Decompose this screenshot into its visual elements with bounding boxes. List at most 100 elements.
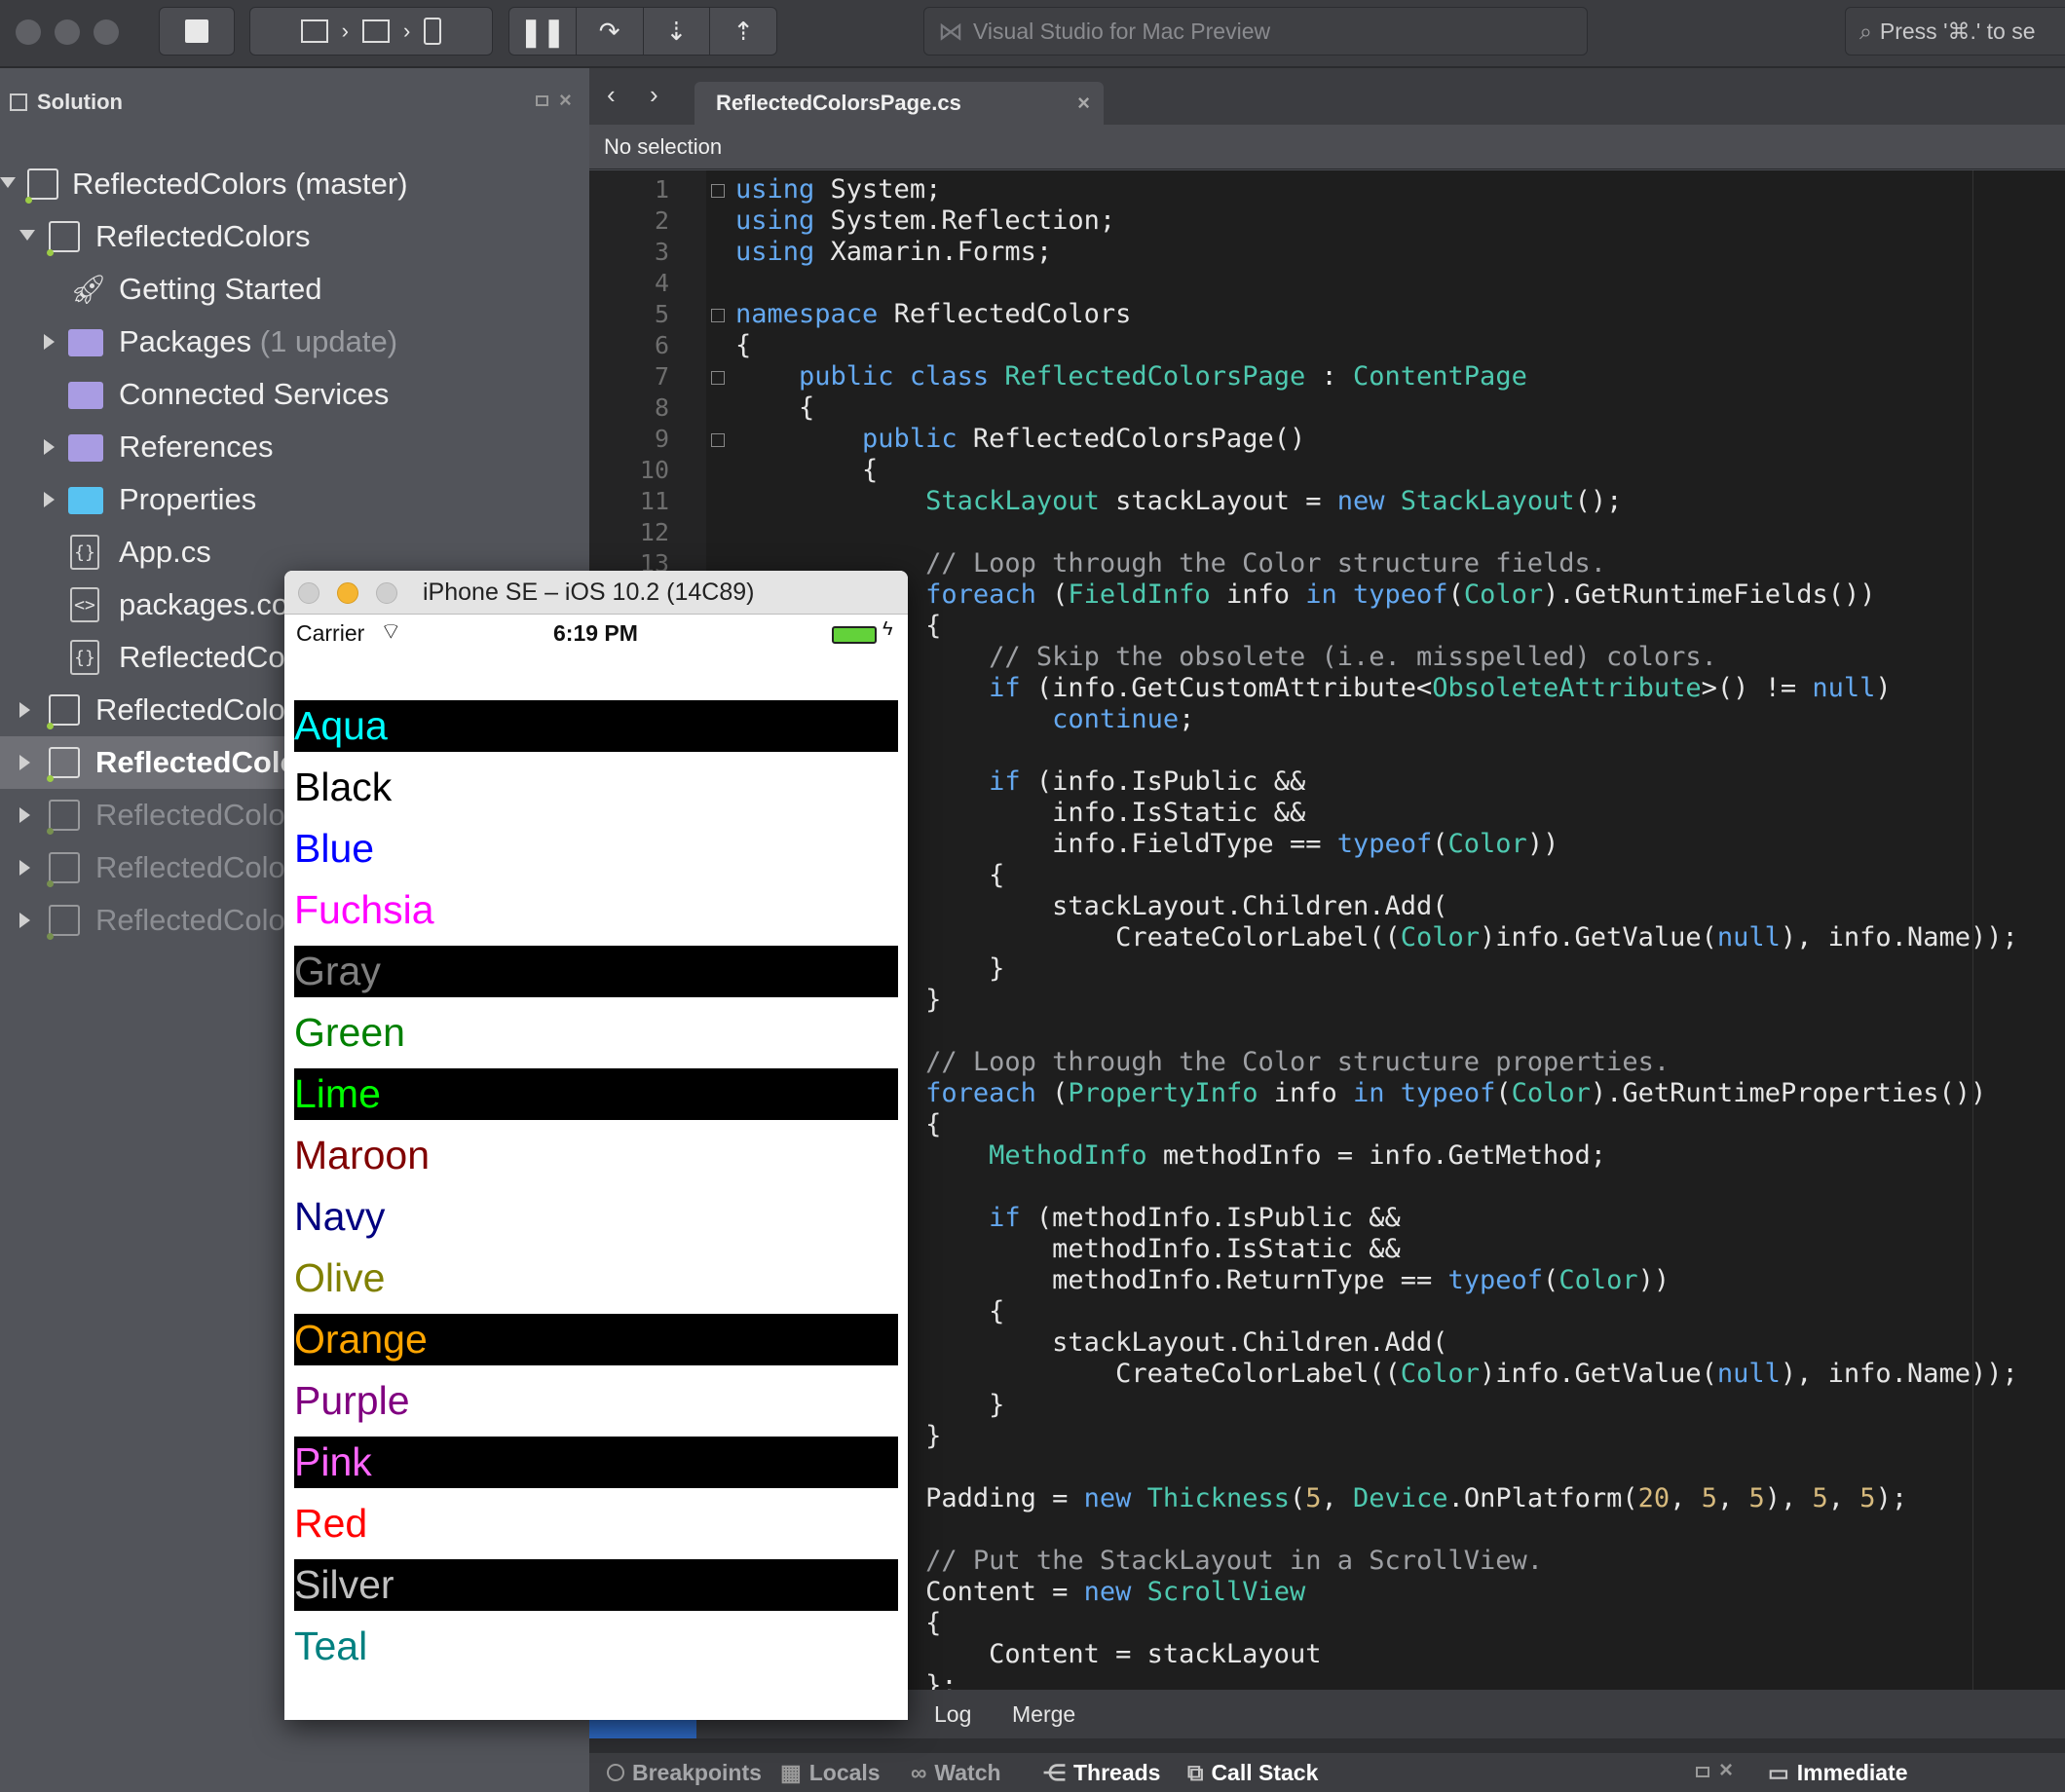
connected-services-icon [68,382,103,409]
pad-tab-immediate[interactable]: ▭ Immediate [1768,1753,1908,1792]
tree-label: Packages [119,324,252,358]
breakpoints-icon [607,1764,624,1781]
line-number: 1 [654,175,669,204]
fold-marker-icon[interactable] [711,184,725,198]
expand-arrow-icon[interactable] [19,702,30,718]
tree-label: References [119,429,274,464]
expand-arrow-icon[interactable] [19,860,30,876]
step-into-button[interactable]: ⇣ [642,8,710,55]
pause-button[interactable]: ❚❚ [509,8,576,55]
tab-merge[interactable]: Merge [1012,1701,1075,1728]
wifi-icon: ⌔ [380,618,402,645]
solution-node[interactable]: ReflectedColors (master) [0,158,589,210]
simulator-title: iPhone SE – iOS 10.2 (14C89) [423,579,755,606]
simulator-close-button[interactable] [298,582,319,604]
carrier-label: Carrier [296,620,365,646]
stop-icon [185,19,208,43]
nav-back-icon[interactable]: ‹ [607,80,616,110]
main-toolbar: › › ❚❚ ↷ ⇣ ⇡ ⋈ Visual Studio for Mac Pre… [0,0,2065,68]
tree-item-getting-started[interactable]: 🚀︎ Getting Started [0,263,589,316]
pad-tab-breakpoints[interactable]: Breakpoints [607,1753,762,1792]
status-bar: ⋈ Visual Studio for Mac Preview [923,7,1588,56]
color-label-orange: Orange [294,1314,898,1365]
pad-tab-label: Breakpoints [632,1759,762,1785]
folder-icon [68,487,103,514]
chevron-right-icon: › [403,19,411,43]
fold-marker-icon[interactable] [711,309,725,322]
nav-forward-icon[interactable]: › [650,80,658,110]
pad-tab-label: Watch [934,1759,1001,1785]
call-stack-icon: ⧉ [1187,1759,1204,1785]
close-window-button[interactable] [16,19,41,45]
ios-simulator-window[interactable]: iPhone SE – iOS 10.2 (14C89) Carrier ⌔ 6… [284,571,908,1720]
expand-arrow-icon[interactable] [44,439,55,455]
tab-close-icon[interactable]: × [1077,91,1090,116]
expand-arrow-icon[interactable] [19,230,35,241]
pad-minimize-icon[interactable] [1696,1767,1709,1777]
tree-label: ReflectedColors [95,219,311,253]
pad-tab-label: Immediate [1796,1759,1908,1785]
rocket-icon: 🚀︎ [70,274,108,306]
simulator-title-bar[interactable]: iPhone SE – iOS 10.2 (14C89) [284,571,908,615]
run-configuration-selector[interactable]: › › [249,7,493,56]
line-number: 11 [639,487,669,515]
expand-arrow-icon[interactable] [44,492,55,507]
color-label-fuchsia: Fuchsia [294,884,898,936]
pad-close-icon[interactable]: × [559,88,572,113]
pad-tab-watch[interactable]: ∞ Watch [911,1753,1001,1792]
tree-item-connected-services[interactable]: Connected Services [0,368,589,421]
search-placeholder: Press '⌘.' to se [1879,18,2036,44]
solution-icon [10,93,27,111]
color-label-maroon: Maroon [294,1130,898,1181]
step-out-icon: ⇡ [732,16,755,46]
expand-arrow-icon[interactable] [0,177,16,188]
pad-minimize-icon[interactable] [536,95,548,106]
color-label-gray: Gray [294,946,898,997]
path-bar-text: No selection [604,133,723,159]
pad-tab-label: Locals [808,1759,881,1785]
color-label-purple: Purple [294,1375,898,1427]
solution-icon [25,168,58,204]
tree-item-properties[interactable]: Properties [0,473,589,526]
project-icon [47,694,80,729]
step-over-button[interactable]: ↷ [575,8,643,55]
expand-arrow-icon[interactable] [19,807,30,823]
tree-item-packages[interactable]: Packages (1 update) [0,316,589,368]
line-number: 12 [639,518,669,546]
fold-marker-icon[interactable] [711,433,725,447]
expand-arrow-icon[interactable] [44,334,55,350]
simulator-minimize-button[interactable] [337,582,358,604]
ios-status-bar: Carrier ⌔ 6:19 PM ϟ [284,615,908,653]
tab-log[interactable]: Log [934,1701,971,1728]
color-label-green: Green [294,1007,898,1059]
visual-studio-logo-icon: ⋈ [938,16,963,46]
pad-tab-threads[interactable]: ⋲ Threads [1043,1753,1160,1792]
battery-icon [832,626,877,644]
fold-marker-icon[interactable] [711,371,725,385]
pad-tab-locals[interactable]: ▦ Locals [780,1753,881,1792]
expand-arrow-icon[interactable] [19,755,30,770]
pad-tab-call-stack[interactable]: ⧉ Call Stack [1187,1753,1318,1792]
color-label-navy: Navy [294,1191,898,1243]
project-icon [47,800,80,835]
search-icon: ⌕ [1859,18,1872,44]
update-count-label: (1 update) [251,324,398,358]
line-number: 10 [639,456,669,484]
minimize-window-button[interactable] [55,19,80,45]
project-node-reflectedcolors[interactable]: ReflectedColors [0,210,589,263]
path-bar[interactable]: No selection [589,125,2065,169]
search-box[interactable]: ⌕ Press '⌘.' to se [1845,7,2065,56]
pad-close-icon[interactable]: × [1719,1757,1733,1784]
stop-button[interactable] [159,7,235,56]
tab-reflectedcolorspage[interactable]: ReflectedColorsPage.cs × [695,82,1104,125]
zoom-window-button[interactable] [94,19,119,45]
tree-item-references[interactable]: References [0,421,589,473]
line-number: 3 [654,238,669,266]
step-out-button[interactable]: ⇡ [709,8,776,55]
color-label-red: Red [294,1498,898,1549]
expand-arrow-icon[interactable] [19,913,30,928]
color-list[interactable]: Aqua Black Blue Fuchsia Gray Green Lime … [284,653,908,1720]
simulator-zoom-button[interactable] [376,582,397,604]
tree-label: Connected Services [119,377,390,411]
line-number: 7 [654,362,669,391]
